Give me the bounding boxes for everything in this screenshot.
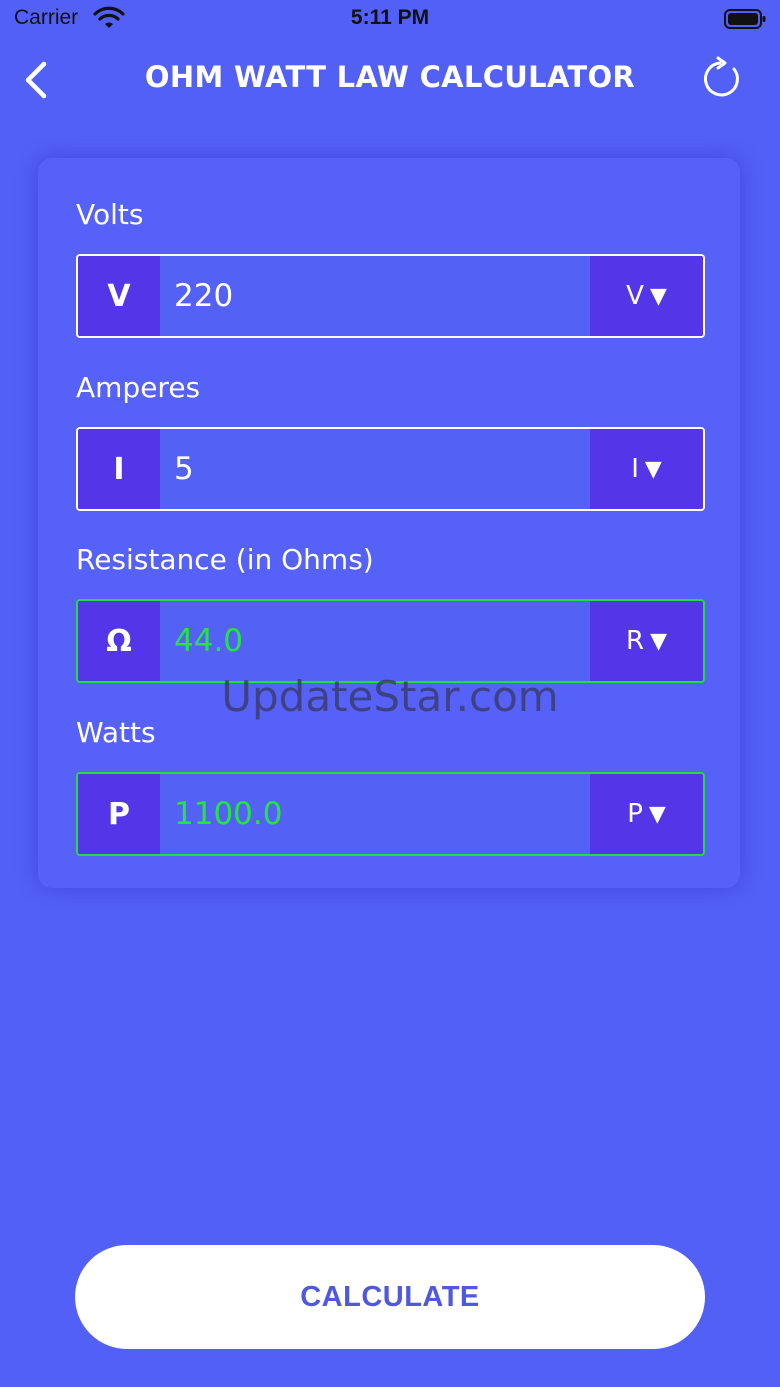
watermark: UpdateStar.com: [221, 672, 559, 721]
watts-unit-dropdown[interactable]: P ▼: [590, 774, 703, 854]
calculate-button[interactable]: CALCULATE: [75, 1245, 705, 1349]
page-title: OHM WATT LAW CALCULATOR: [144, 60, 636, 94]
volts-unit-label: V: [626, 281, 644, 311]
caret-down-icon: ▼: [648, 801, 666, 827]
amperes-input[interactable]: 5: [174, 429, 194, 509]
volts-field[interactable]: V 220 V ▼: [76, 254, 705, 338]
resistance-label: Resistance (in Ohms): [76, 543, 374, 576]
volts-label: Volts: [76, 198, 144, 231]
resistance-unit-label: R: [626, 626, 645, 656]
watts-input[interactable]: 1100.0: [174, 774, 282, 854]
resistance-field[interactable]: Ω 44.0 R ▼: [76, 599, 705, 683]
status-time: 5:11 PM: [350, 6, 430, 29]
amperes-field[interactable]: I 5 I ▼: [76, 427, 705, 511]
watts-label: Watts: [76, 716, 156, 749]
status-bar: Carrier 5:11 PM: [0, 0, 780, 40]
caret-down-icon: ▼: [650, 628, 667, 654]
watts-unit-label: P: [627, 799, 643, 829]
amperes-prefix: I: [78, 429, 160, 509]
resistance-input[interactable]: 44.0: [174, 601, 243, 681]
resistance-prefix: Ω: [78, 601, 160, 681]
watts-prefix: P: [78, 774, 160, 854]
battery-icon: [724, 9, 766, 29]
volts-input[interactable]: 220: [174, 256, 233, 336]
watts-field[interactable]: P 1100.0 P ▼: [76, 772, 705, 856]
volts-unit-dropdown[interactable]: V ▼: [590, 256, 703, 336]
amperes-label: Amperes: [76, 371, 201, 404]
caret-down-icon: ▼: [644, 456, 662, 482]
amperes-unit-label: I: [631, 454, 639, 484]
caret-down-icon: ▼: [649, 283, 667, 309]
resistance-unit-dropdown[interactable]: R ▼: [590, 601, 703, 681]
volts-prefix: V: [78, 256, 160, 336]
refresh-icon[interactable]: [698, 55, 746, 103]
amperes-unit-dropdown[interactable]: I ▼: [590, 429, 703, 509]
